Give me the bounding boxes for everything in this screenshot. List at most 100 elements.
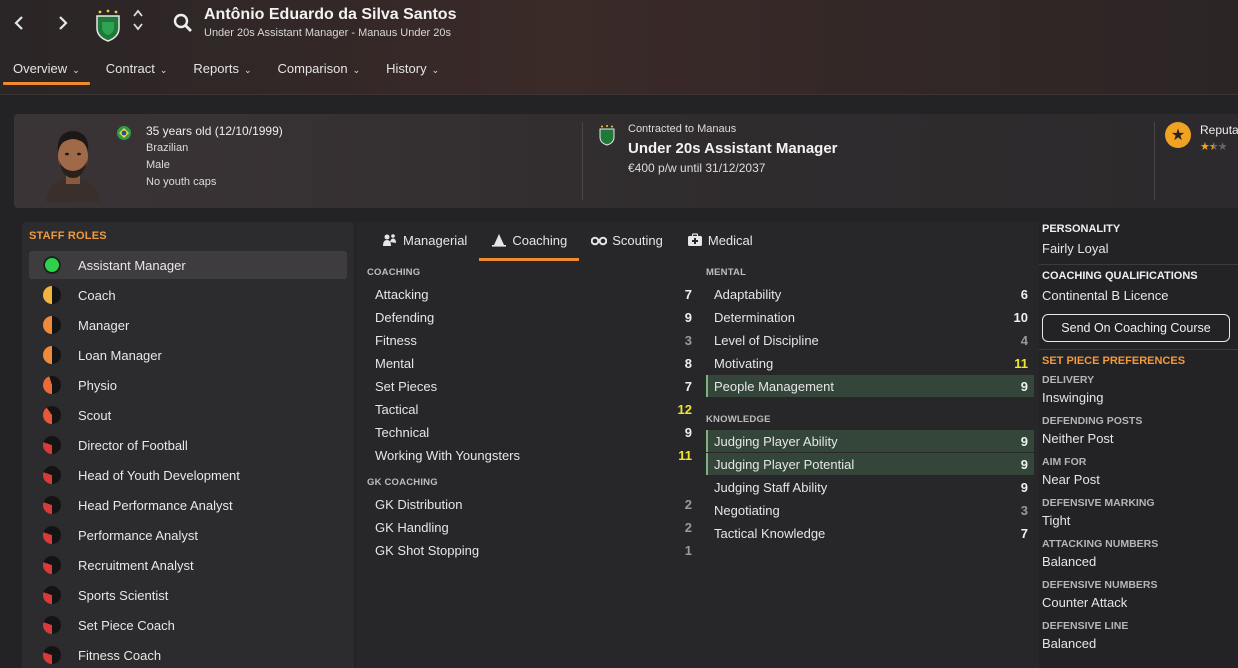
tab-label: Overview xyxy=(13,61,68,76)
role-suitability-icon xyxy=(43,586,61,604)
attribute-row[interactable]: Adaptability 6 xyxy=(706,283,1034,305)
attribute-row[interactable]: Negotiating 3 xyxy=(706,499,1034,521)
attribute-row[interactable]: Attacking 7 xyxy=(367,283,698,305)
attribute-value: 1 xyxy=(684,542,692,558)
staff-role-row[interactable]: Head of Youth Development xyxy=(29,461,347,489)
staff-role-row[interactable]: Performance Analyst xyxy=(29,521,347,549)
divider xyxy=(1039,349,1238,350)
tab-label: Reports xyxy=(193,61,239,76)
binoculars-icon xyxy=(591,236,608,246)
attribute-row[interactable]: Determination 10 xyxy=(706,306,1034,328)
staff-role-row[interactable]: Loan Manager xyxy=(29,341,347,369)
role-suitability-icon xyxy=(43,406,61,424)
attribute-row[interactable]: Judging Player Ability 9 xyxy=(706,430,1034,452)
star-full-icon: ★ xyxy=(1200,141,1210,153)
attribute-name: Level of Discipline xyxy=(714,332,819,348)
attribute-name: GK Shot Stopping xyxy=(375,542,480,558)
attribute-name: Motivating xyxy=(714,355,774,371)
staff-role-row[interactable]: Recruitment Analyst xyxy=(29,551,347,579)
attribute-row[interactable]: Set Pieces 7 xyxy=(367,375,698,397)
send-on-coaching-course-button[interactable]: Send On Coaching Course xyxy=(1042,314,1230,342)
tab-history[interactable]: History ⌄ xyxy=(373,55,452,87)
attribute-name: Technical xyxy=(375,424,430,440)
role-suitability-icon xyxy=(43,436,61,454)
attribute-row[interactable]: Working With Youngsters 11 xyxy=(367,444,698,466)
role-suitability-icon xyxy=(43,256,61,274)
staff-role-name: Sports Scientist xyxy=(78,587,169,603)
attribute-row[interactable]: Defending 9 xyxy=(367,306,698,328)
staff-role-name: Assistant Manager xyxy=(78,257,186,273)
divider xyxy=(1154,122,1155,200)
qualifications-heading: COACHING QUALIFICATIONS xyxy=(1042,270,1198,282)
role-suitability-icon xyxy=(43,376,61,394)
chevron-down-icon: ⌄ xyxy=(243,65,252,75)
tab-contract[interactable]: Contract ⌄ xyxy=(93,55,181,87)
staff-role-row[interactable]: Set Piece Coach xyxy=(29,611,347,639)
attribute-row[interactable]: Mental 8 xyxy=(367,352,698,374)
tab-label: Contract xyxy=(105,61,155,76)
attribute-row[interactable]: Judging Player Potential 9 xyxy=(706,453,1034,475)
attribute-tabs: Managerial Coaching Scouting Medical xyxy=(370,222,765,262)
role-suitability-icon xyxy=(43,526,61,544)
preference-value: Inswinging xyxy=(1042,390,1104,405)
chevron-down-icon xyxy=(133,23,143,31)
attribute-row[interactable]: Motivating 11 xyxy=(706,352,1034,374)
attribute-name: Fitness xyxy=(375,332,417,348)
tab-scouting[interactable]: Scouting xyxy=(579,222,675,262)
preference-label: AIM FOR xyxy=(1042,456,1087,468)
staff-role-row[interactable]: Scout xyxy=(29,401,347,429)
role-suitability-icon xyxy=(43,466,61,484)
staff-role-name: Physio xyxy=(78,377,118,393)
tab-medical[interactable]: Medical xyxy=(675,222,765,262)
forward-button[interactable] xyxy=(48,8,78,38)
back-button[interactable] xyxy=(4,8,34,38)
attribute-row[interactable]: GK Distribution 2 xyxy=(367,493,698,515)
club-crest-icon[interactable] xyxy=(94,8,122,42)
tab-overview[interactable]: Overview ⌄ xyxy=(0,55,93,87)
staff-role-row[interactable]: Sports Scientist xyxy=(29,581,347,609)
attribute-value: 3 xyxy=(684,332,692,348)
club-switch-arrows[interactable] xyxy=(131,8,145,36)
job-title: Under 20s Assistant Manager xyxy=(628,140,838,157)
attribute-name: Judging Player Ability xyxy=(714,433,838,449)
staff-role-row[interactable]: Assistant Manager xyxy=(29,251,347,279)
staff-role-row[interactable]: Head Performance Analyst xyxy=(29,491,347,519)
wage-contract: €400 p/w until 31/12/2037 xyxy=(628,161,766,175)
tab-comparison[interactable]: Comparison ⌄ xyxy=(265,55,374,87)
chevron-down-icon: ⌄ xyxy=(159,65,168,75)
attribute-name: Judging Staff Ability xyxy=(714,479,828,495)
staff-role-row[interactable]: Fitness Coach xyxy=(29,641,347,668)
tab-managerial[interactable]: Managerial xyxy=(370,222,479,262)
attribute-name: GK Handling xyxy=(375,519,449,535)
tab-coaching[interactable]: Coaching xyxy=(479,222,580,262)
attribute-value: 10 xyxy=(1013,309,1028,325)
attribute-row[interactable]: GK Handling 2 xyxy=(367,516,698,538)
attribute-row[interactable]: Level of Discipline 4 xyxy=(706,329,1034,351)
staff-role-row[interactable]: Physio xyxy=(29,371,347,399)
profile-strip: 35 years old (12/10/1999) Brazilian Male… xyxy=(14,114,1238,208)
staff-role-row[interactable]: Manager xyxy=(29,311,347,339)
youth-caps: No youth caps xyxy=(146,176,217,188)
preference-label: DELIVERY xyxy=(1042,374,1095,386)
attribute-name: Tactical Knowledge xyxy=(714,525,826,541)
staff-role-row[interactable]: Coach xyxy=(29,281,347,309)
attribute-row[interactable]: Tactical Knowledge 7 xyxy=(706,522,1034,544)
staff-role-row[interactable]: Director of Football xyxy=(29,431,347,459)
attribute-row[interactable]: Judging Staff Ability 9 xyxy=(706,476,1034,498)
attribute-row[interactable]: GK Shot Stopping 1 xyxy=(367,539,698,561)
search-icon[interactable] xyxy=(172,12,194,34)
attribute-row[interactable]: Fitness 3 xyxy=(367,329,698,351)
tab-reports[interactable]: Reports ⌄ xyxy=(180,55,264,87)
attribute-name: Working With Youngsters xyxy=(375,447,520,463)
attribute-row[interactable]: Technical 9 xyxy=(367,421,698,443)
knowledge-heading: KNOWLEDGE xyxy=(706,414,771,425)
staff-role-name: Fitness Coach xyxy=(78,647,162,663)
role-suitability-icon xyxy=(43,556,61,574)
tab-label: Scouting xyxy=(612,233,663,248)
attribute-name: Defending xyxy=(375,309,435,325)
attribute-row[interactable]: Tactical 12 xyxy=(367,398,698,420)
main-tabs: Overview ⌄ Contract ⌄ Reports ⌄ Comparison ⌄… xyxy=(0,55,452,87)
attribute-name: Adaptability xyxy=(714,286,782,302)
attribute-row[interactable]: People Management 9 xyxy=(706,375,1034,397)
chevron-left-icon xyxy=(14,16,23,30)
